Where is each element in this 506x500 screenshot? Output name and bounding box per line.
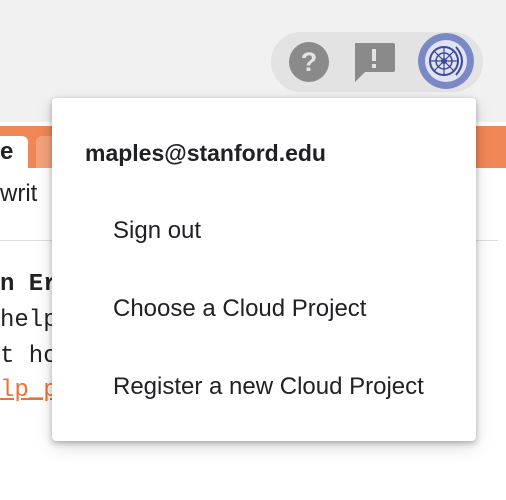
choose-cloud-project-label: Choose a Cloud Project <box>113 295 367 322</box>
account-email: maples@stanford.edu <box>85 140 326 166</box>
feedback-icon[interactable] <box>352 41 396 83</box>
account-avatar[interactable] <box>418 33 474 89</box>
help-circle-icon[interactable]: ? <box>288 41 330 83</box>
account-menu: maples@stanford.edu Sign out Choose a Cl… <box>52 98 476 441</box>
sign-out-menu-item[interactable]: Sign out <box>52 201 476 261</box>
code-line-1: n Er <box>0 271 58 298</box>
register-cloud-project-label: Register a new Cloud Project <box>113 373 424 400</box>
content-text-fragment: writ <box>0 180 38 207</box>
register-cloud-project-menu-item[interactable]: Register a new Cloud Project <box>52 357 476 417</box>
app-root: ? e writ n Er help t ho lp_p maples@stan… <box>0 0 506 500</box>
tab-active-label: e <box>0 138 14 165</box>
code-line-2: help <box>0 307 58 334</box>
svg-text:?: ? <box>301 47 318 77</box>
sign-out-label: Sign out <box>113 217 202 244</box>
choose-cloud-project-menu-item[interactable]: Choose a Cloud Project <box>52 279 476 339</box>
code-line-3: t ho <box>0 343 58 370</box>
code-link[interactable]: lp_p <box>0 377 58 404</box>
